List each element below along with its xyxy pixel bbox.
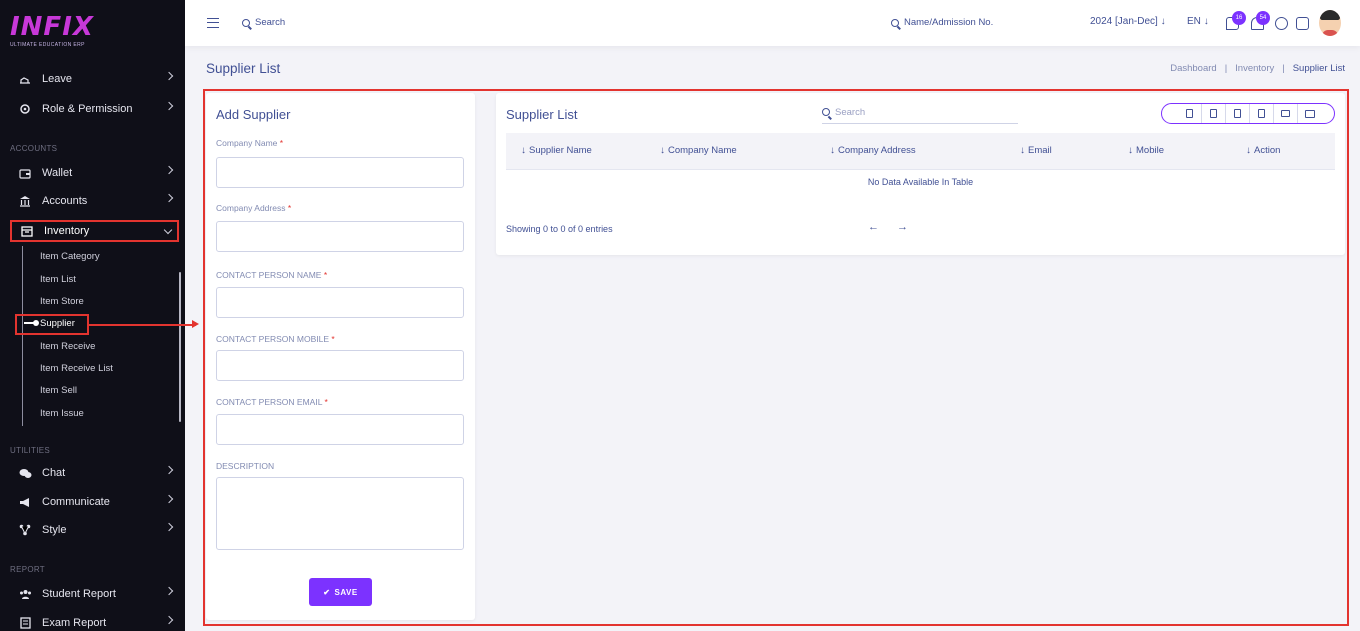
sidebar-item-label: Student Report — [42, 588, 116, 600]
sidebar-item-label: Communicate — [42, 496, 110, 508]
students-icon — [18, 587, 32, 601]
active-indicator — [24, 320, 39, 326]
sidebar-item-label: Wallet — [42, 167, 73, 179]
chevron-down-icon — [163, 225, 173, 235]
breadcrumb-inventory[interactable]: Inventory — [1235, 63, 1274, 74]
sidebar-item-inventory[interactable]: Inventory — [10, 220, 179, 242]
exam-icon — [18, 616, 32, 630]
arrow-down-icon: ↓ — [1203, 16, 1209, 27]
sidebar-item-wallet[interactable]: Wallet — [10, 161, 178, 185]
sidebar-subitem-item-issue[interactable]: Item Issue — [40, 408, 84, 419]
sidebar-subitem-supplier[interactable]: Supplier — [40, 318, 75, 329]
sidebar-item-label: Inventory — [44, 225, 90, 237]
page-title: Supplier List — [206, 61, 281, 76]
globe-icon[interactable] — [1275, 17, 1288, 30]
style-icon — [18, 523, 32, 537]
chevron-right-icon — [164, 586, 174, 596]
admission-search[interactable]: Name/Admission No. — [891, 17, 993, 28]
app-logo[interactable]: INFIX ULTIMATE EDUCATION ERP — [10, 13, 94, 48]
breadcrumb-dashboard[interactable]: Dashboard — [1170, 63, 1216, 74]
topbar: Search Name/Admission No. 2024 [Jan-Dec]… — [185, 0, 1360, 46]
session-selector[interactable]: 2024 [Jan-Dec] ↓ — [1090, 16, 1166, 27]
section-title-report: REPORT — [10, 565, 45, 574]
sidebar-item-label: Style — [42, 524, 67, 536]
logo-text: INFIX — [10, 12, 94, 42]
annotation-arrow-head — [192, 320, 199, 328]
sidebar-item-student-report[interactable]: Student Report — [10, 582, 178, 606]
hamburger-menu-icon[interactable] — [207, 18, 219, 28]
chevron-right-icon — [164, 101, 174, 111]
sidebar-item-label: Exam Report — [42, 617, 107, 629]
sidebar-subitem-item-store[interactable]: Item Store — [40, 296, 84, 307]
submenu-guide-line — [22, 246, 23, 426]
leave-icon — [18, 72, 32, 86]
session-label: 2024 [Jan-Dec] — [1090, 16, 1158, 27]
breadcrumb-current: Supplier List — [1292, 63, 1345, 74]
sidebar-item-exam-report[interactable]: Exam Report — [10, 611, 178, 631]
search-icon — [242, 18, 250, 27]
breadcrumb: Dashboard | Inventory | Supplier List — [1170, 63, 1345, 74]
section-title-utilities: UTILITIES — [10, 446, 51, 455]
chevron-right-icon — [164, 465, 174, 475]
sidebar-subitem-item-category[interactable]: Item Category — [40, 251, 100, 262]
arrow-down-icon: ↓ — [1160, 16, 1166, 27]
inventory-icon — [20, 224, 34, 238]
search-icon — [891, 18, 899, 27]
sidebar-subitem-item-receive[interactable]: Item Receive — [40, 341, 95, 352]
top-search[interactable]: Search — [242, 17, 285, 28]
sidebar-scrollbar[interactable] — [179, 272, 181, 422]
annotation-arrow-line — [88, 324, 196, 326]
sidebar: INFIX ULTIMATE EDUCATION ERP Leave Role … — [0, 0, 185, 631]
language-selector[interactable]: EN ↓ — [1187, 16, 1209, 27]
sidebar-subitem-item-receive-list[interactable]: Item Receive List — [40, 363, 113, 374]
logo-tagline: ULTIMATE EDUCATION ERP — [10, 42, 85, 48]
sidebar-item-label: Accounts — [42, 195, 88, 207]
chevron-right-icon — [164, 165, 174, 175]
highlight-outline — [203, 89, 1349, 626]
breadcrumb-separator: | — [1224, 63, 1228, 74]
chevron-right-icon — [164, 193, 174, 203]
sidebar-item-leave[interactable]: Leave — [10, 67, 178, 91]
sidebar-item-style[interactable]: Style — [10, 518, 178, 542]
megaphone-icon — [18, 495, 32, 509]
admission-search-placeholder: Name/Admission No. — [904, 17, 994, 28]
sidebar-subitem-item-sell[interactable]: Item Sell — [40, 385, 77, 396]
chevron-right-icon — [164, 71, 174, 81]
sidebar-item-role-permission[interactable]: Role & Permission — [10, 97, 178, 121]
role-icon — [18, 102, 32, 116]
sidebar-subitem-item-list[interactable]: Item List — [40, 274, 76, 285]
sidebar-item-label: Chat — [42, 467, 66, 479]
sidebar-item-chat[interactable]: Chat — [10, 461, 178, 485]
report-icon[interactable] — [1296, 17, 1309, 30]
bank-icon — [18, 194, 32, 208]
sidebar-item-label: Role & Permission — [42, 103, 133, 115]
chevron-right-icon — [164, 494, 174, 504]
messages-badge: 16 — [1232, 11, 1246, 25]
chat-icon — [18, 466, 32, 480]
section-title-accounts: ACCOUNTS — [10, 144, 58, 153]
notifications-badge: 54 — [1256, 11, 1270, 25]
chevron-right-icon — [164, 522, 174, 532]
sidebar-item-accounts[interactable]: Accounts — [10, 189, 178, 213]
breadcrumb-separator: | — [1282, 63, 1285, 74]
user-avatar[interactable] — [1319, 10, 1341, 36]
chevron-right-icon — [164, 615, 174, 625]
wallet-icon — [18, 166, 32, 180]
language-label: EN — [1187, 16, 1201, 27]
top-search-placeholder: Search — [255, 17, 286, 28]
sidebar-item-communicate[interactable]: Communicate — [10, 490, 178, 514]
sidebar-item-label: Leave — [42, 73, 72, 85]
